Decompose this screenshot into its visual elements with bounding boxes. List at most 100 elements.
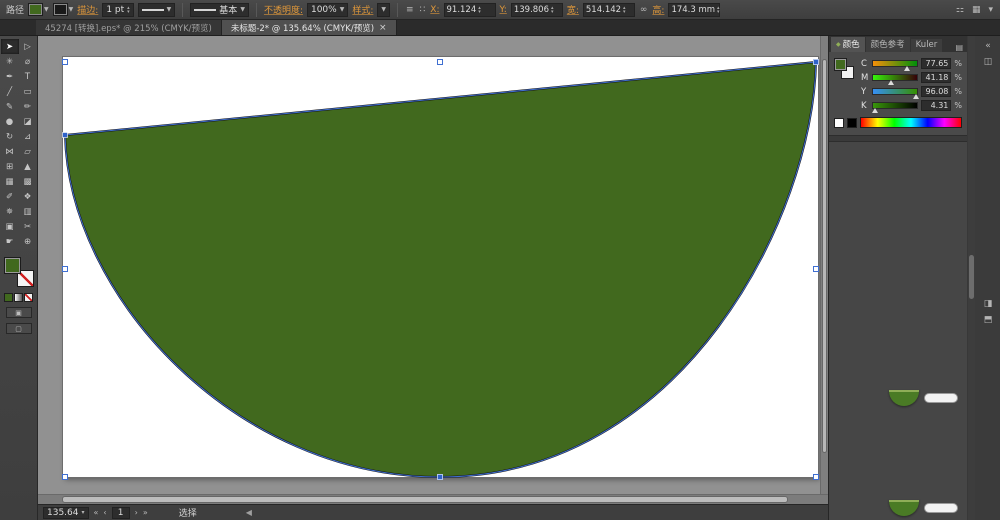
horizontal-scrollbar[interactable] (38, 494, 828, 504)
slider-thumb-icon[interactable] (888, 80, 895, 85)
reference-point-icon[interactable]: ∷ (419, 5, 427, 15)
artboard-tool[interactable]: ▣ (1, 219, 19, 234)
fill-color-swatch[interactable] (28, 3, 44, 16)
magenta-value-field[interactable]: 41.18 (921, 72, 952, 83)
width-field[interactable]: 514.142 ▴ ▾ (582, 2, 635, 17)
previous-artboard-button[interactable]: ‹ (103, 508, 106, 517)
panel-menu-icon[interactable]: ▤ (953, 43, 965, 52)
document-tab-active[interactable]: 未标题-2* @ 135.64% (CMYK/预览) × (221, 20, 397, 35)
tab-color[interactable]: ◆ 颜色 (831, 37, 865, 52)
bbox-handle[interactable] (813, 474, 819, 480)
bbox-handle[interactable] (437, 59, 443, 65)
pencil-tool[interactable]: ✏ (19, 99, 37, 114)
hand-tool[interactable]: ☛ (1, 234, 19, 249)
color-spectrum-bar[interactable] (860, 117, 962, 128)
transform-panel-icon[interactable]: ⚏ (955, 5, 965, 15)
rectangle-tool[interactable]: ▭ (19, 84, 37, 99)
stroke-color-control[interactable]: ▼ (52, 3, 73, 16)
stepper[interactable]: ▴ ▾ (551, 5, 560, 14)
width-tool[interactable]: ⋈ (1, 144, 19, 159)
zoom-tool[interactable]: ⊕ (19, 234, 37, 249)
yellow-slider-track[interactable] (872, 88, 919, 99)
pen-tool[interactable]: ✒ (1, 69, 19, 84)
cyan-slider-track[interactable] (872, 60, 919, 71)
zoom-combo[interactable]: 135.64 ▾ (43, 506, 89, 519)
gradient-mode-button[interactable] (14, 293, 23, 302)
x-field[interactable]: 91.124 ▴ ▾ (443, 2, 496, 17)
slider-thumb-icon[interactable] (904, 66, 911, 71)
fill-indicator[interactable] (834, 58, 847, 71)
screen-mode-button[interactable]: ▢ (5, 323, 32, 334)
symbol-sprayer-tool[interactable]: ✵ (1, 204, 19, 219)
status-scroll-left-icon[interactable]: ◀ (246, 508, 252, 517)
anchor-point[interactable] (62, 132, 68, 138)
paintbrush-tool[interactable]: ✎ (1, 99, 19, 114)
opacity-panel-link[interactable]: 不透明度: (264, 3, 303, 16)
collapsed-panel-icon[interactable]: ⬒ (979, 312, 997, 328)
blend-tool[interactable]: ❖ (19, 189, 37, 204)
align-icon[interactable]: ≡ (405, 5, 415, 15)
style-panel-link[interactable]: 样式: (352, 3, 373, 16)
color-mode-button[interactable] (4, 293, 13, 302)
tab-color-guide[interactable]: 颜色参考 (865, 37, 910, 52)
bbox-handle[interactable] (62, 59, 68, 65)
bbox-handle[interactable] (62, 474, 68, 480)
line-segment-tool[interactable]: ╱ (1, 84, 19, 99)
height-field[interactable]: 174.3 mm ▴ ▾ (668, 2, 721, 17)
shape-thumbnail-1[interactable] (889, 390, 958, 406)
document-tab-inactive[interactable]: 45274 [转换].eps* @ 215% (CMYK/预览) (36, 20, 222, 35)
width-profile-combo[interactable]: ▼ (137, 2, 176, 17)
bbox-handle[interactable] (62, 266, 68, 272)
gradient-tool[interactable]: ▩ (19, 174, 37, 189)
slider-thumb-icon[interactable] (912, 94, 919, 99)
canvas-viewport[interactable] (38, 36, 828, 494)
selection-tool[interactable]: ➤ (0, 39, 19, 54)
black-value-field[interactable]: 4.31 (921, 100, 952, 111)
anchor-point[interactable] (813, 59, 819, 65)
shape-thumbnail-2[interactable] (889, 500, 958, 516)
opacity-combo[interactable]: 100% ▼ (306, 2, 349, 17)
rotate-tool[interactable]: ↻ (1, 129, 19, 144)
black-swatch[interactable] (847, 117, 857, 128)
workspace-switcher-icon[interactable]: ▾ (987, 5, 994, 15)
slice-tool[interactable]: ✂ (19, 219, 37, 234)
fill-color-control[interactable]: ▼ (28, 3, 49, 16)
dock-scrollbar-thumb[interactable] (969, 255, 974, 299)
stepper[interactable]: ▴ ▾ (127, 5, 130, 14)
collapse-dock-icon[interactable]: « (979, 38, 997, 54)
brush-definition-combo[interactable]: 基本 ▼ (190, 2, 249, 17)
stroke-panel-link[interactable]: 描边: (77, 3, 98, 16)
stepper[interactable]: ▴ ▾ (717, 5, 720, 14)
yellow-value-field[interactable]: 96.08 (921, 86, 952, 97)
stroke-weight-combo[interactable]: 1 pt ▴ ▾ (102, 2, 134, 17)
style-combo[interactable]: ▼ (377, 2, 391, 17)
anchor-point[interactable] (437, 474, 443, 480)
close-icon[interactable]: × (379, 23, 387, 33)
arrange-documents-icon[interactable]: ▦ (971, 5, 982, 15)
tab-kuler[interactable]: Kuler (910, 39, 943, 52)
blob-brush-tool[interactable]: ● (1, 114, 19, 129)
type-tool[interactable]: T (19, 69, 37, 84)
link-dimensions-icon[interactable]: ∞ (639, 5, 649, 15)
magic-wand-tool[interactable]: ✳ (1, 54, 19, 69)
next-artboard-button[interactable]: › (135, 508, 138, 517)
last-artboard-button[interactable]: » (143, 508, 148, 517)
perspective-grid-tool[interactable]: ▲ (19, 159, 37, 174)
dock-scrollbar[interactable] (968, 36, 975, 520)
scale-tool[interactable]: ⊿ (19, 129, 37, 144)
magenta-slider-track[interactable] (872, 74, 919, 85)
slider-thumb-icon[interactable] (871, 108, 878, 113)
free-transform-tool[interactable]: ▱ (19, 144, 37, 159)
stepper[interactable]: ▴ ▾ (478, 5, 492, 14)
lasso-tool[interactable]: ⌀ (19, 54, 37, 69)
none-mode-button[interactable] (24, 293, 33, 302)
vertical-scrollbar[interactable] (820, 36, 828, 494)
collapsed-panel-icon[interactable]: ◨ (979, 296, 997, 312)
first-artboard-button[interactable]: « (94, 508, 99, 517)
stroke-color-swatch[interactable] (52, 3, 68, 16)
eyedropper-tool[interactable]: ✐ (1, 189, 19, 204)
panel-resize-grip[interactable] (829, 135, 967, 142)
stepper[interactable]: ▴ ▾ (623, 5, 632, 14)
drawing-mode-button[interactable]: ▣ (5, 307, 32, 318)
y-field[interactable]: 139.806 ▴ ▾ (510, 2, 563, 17)
